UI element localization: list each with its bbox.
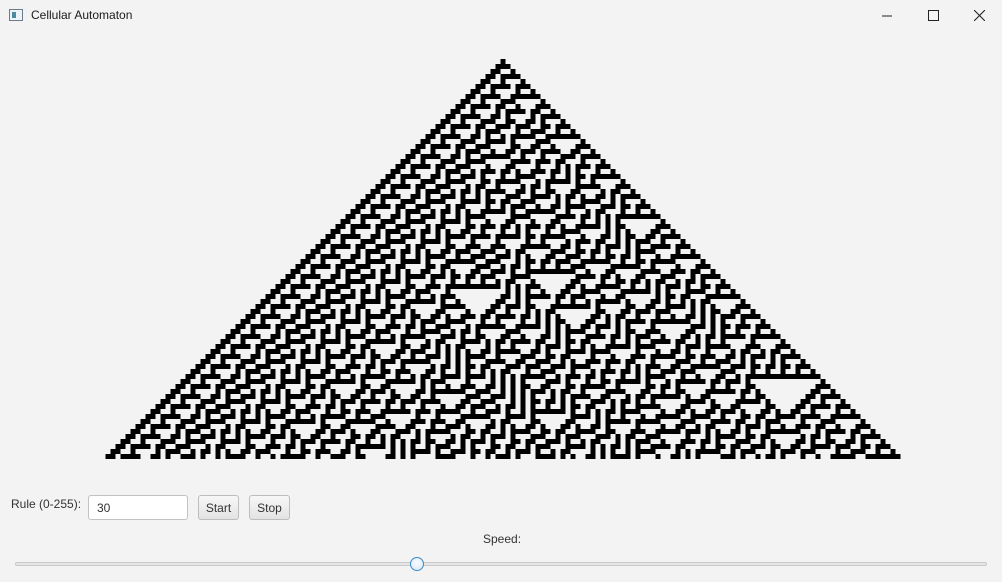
maximize-button[interactable] [910,0,956,31]
speed-slider-track[interactable] [15,562,987,566]
window-title: Cellular Automaton [31,8,133,22]
rule-label: Rule (0-255): [11,497,82,511]
minimize-button[interactable] [864,0,910,31]
speed-slider-thumb[interactable] [410,557,424,571]
app-window-icon [9,9,23,21]
title-bar: Cellular Automaton [0,0,1002,31]
close-button[interactable] [956,0,1002,31]
close-icon [973,10,985,21]
automaton-cells [105,59,901,459]
start-button[interactable]: Start [198,495,239,520]
maximize-icon [927,10,939,21]
rule-input[interactable] [88,495,188,520]
speed-label: Speed: [483,532,522,546]
stop-button[interactable]: Stop [249,495,290,520]
automaton-canvas [105,59,901,459]
minimize-icon [882,15,892,16]
